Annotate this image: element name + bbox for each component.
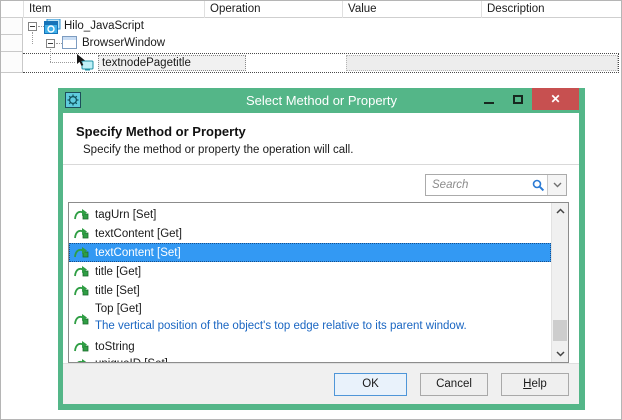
tree-connector bbox=[32, 32, 33, 44]
method-icon bbox=[74, 246, 89, 259]
method-icon bbox=[74, 340, 89, 353]
method-icon bbox=[74, 227, 89, 240]
selected-item-label-box[interactable]: textnodePagetitle bbox=[98, 55, 246, 71]
dialog-subheading: Specify the method or property the opera… bbox=[83, 144, 566, 156]
column-header-item[interactable]: Item bbox=[23, 1, 204, 18]
tree-connector bbox=[50, 62, 75, 63]
list-item-label: textContent [Get] bbox=[95, 228, 182, 240]
help-button-label: Help bbox=[502, 378, 568, 390]
ok-button[interactable]: OK bbox=[334, 373, 407, 396]
method-list-items: tagUrn [Set] textContent [Get] bbox=[69, 203, 551, 362]
search-input[interactable] bbox=[426, 175, 529, 195]
row-gutter-cell[interactable] bbox=[1, 35, 23, 52]
browser-project-icon bbox=[44, 19, 61, 34]
row-gutter-cell[interactable] bbox=[1, 18, 23, 35]
list-item[interactable]: title [Set] bbox=[69, 281, 551, 300]
list-item-label: Top [Get] bbox=[95, 300, 551, 319]
list-item-label: title [Get] bbox=[95, 266, 141, 278]
method-icon bbox=[74, 358, 89, 362]
list-item-selected[interactable]: textContent [Set] bbox=[69, 243, 551, 262]
window-icon bbox=[62, 36, 78, 50]
search-icon[interactable] bbox=[529, 179, 547, 192]
list-item[interactable]: textContent [Get] bbox=[69, 224, 551, 243]
method-icon bbox=[74, 265, 89, 278]
search-row bbox=[63, 165, 579, 202]
list-item-clipped[interactable]: uniqueID [Set] bbox=[69, 356, 551, 362]
scroll-up-icon[interactable] bbox=[552, 203, 568, 219]
list-item[interactable]: tagUrn [Set] bbox=[69, 205, 551, 224]
scroll-down-icon[interactable] bbox=[552, 346, 568, 362]
grid-header: Item Operation Value Description bbox=[1, 1, 621, 18]
onscreen-object-icon bbox=[75, 54, 94, 71]
dialog-body: Specify Method or Property Specify the m… bbox=[63, 113, 579, 404]
dialog-header: Specify Method or Property Specify the m… bbox=[63, 113, 579, 165]
close-button[interactable]: ✕ bbox=[532, 88, 579, 110]
select-method-dialog: Select Method or Property ✕ Specify Meth… bbox=[58, 88, 585, 410]
tree-item-hilo-javascript[interactable]: Hilo_JavaScript bbox=[64, 20, 144, 32]
method-icon bbox=[74, 313, 89, 326]
ok-button-label: OK bbox=[335, 378, 406, 390]
list-item-label: title [Set] bbox=[95, 285, 140, 297]
tree-collapse-toggle[interactable] bbox=[46, 39, 55, 48]
dialog-heading: Specify Method or Property bbox=[76, 124, 566, 139]
column-header-value[interactable]: Value bbox=[342, 1, 481, 18]
tree-collapse-toggle[interactable] bbox=[28, 22, 37, 31]
tree-item-browserwindow[interactable]: BrowserWindow bbox=[82, 37, 165, 49]
method-icon bbox=[74, 284, 89, 297]
list-item-label: textContent [Set] bbox=[95, 247, 181, 259]
list-item-description: The vertical position of the object's to… bbox=[95, 319, 551, 336]
cancel-button[interactable]: Cancel bbox=[420, 373, 488, 396]
method-list: tagUrn [Set] textContent [Get] bbox=[68, 202, 569, 363]
column-header-operation[interactable]: Operation bbox=[204, 1, 342, 18]
search-box bbox=[425, 174, 567, 196]
list-item-with-description[interactable]: Top [Get] The vertical position of the o… bbox=[69, 300, 551, 337]
dialog-button-bar: OK Cancel Help bbox=[63, 363, 579, 404]
tree-connector bbox=[50, 49, 51, 62]
minimize-button[interactable] bbox=[474, 88, 503, 110]
scrollbar-thumb[interactable] bbox=[553, 320, 567, 341]
list-item-label: tagUrn [Set] bbox=[95, 209, 156, 221]
list-item[interactable]: toString bbox=[69, 337, 551, 356]
list-item-label: toString bbox=[95, 341, 135, 353]
dialog-titlebar[interactable]: Select Method or Property ✕ bbox=[58, 88, 585, 113]
list-scrollbar[interactable] bbox=[551, 203, 568, 362]
row-gutter-cell[interactable] bbox=[1, 52, 23, 73]
keyword-test-editor: Item Operation Value Description Hilo_Ja… bbox=[0, 0, 622, 420]
column-header-description[interactable]: Description bbox=[481, 1, 621, 18]
search-options-dropdown[interactable] bbox=[547, 175, 566, 195]
list-item[interactable]: title [Get] bbox=[69, 262, 551, 281]
selected-row-value-cell[interactable] bbox=[346, 55, 618, 71]
method-icon bbox=[74, 208, 89, 221]
maximize-button[interactable] bbox=[503, 88, 532, 110]
cancel-button-label: Cancel bbox=[421, 378, 487, 390]
list-item-label: uniqueID [Set] bbox=[95, 358, 168, 362]
help-button[interactable]: Help bbox=[501, 373, 569, 396]
